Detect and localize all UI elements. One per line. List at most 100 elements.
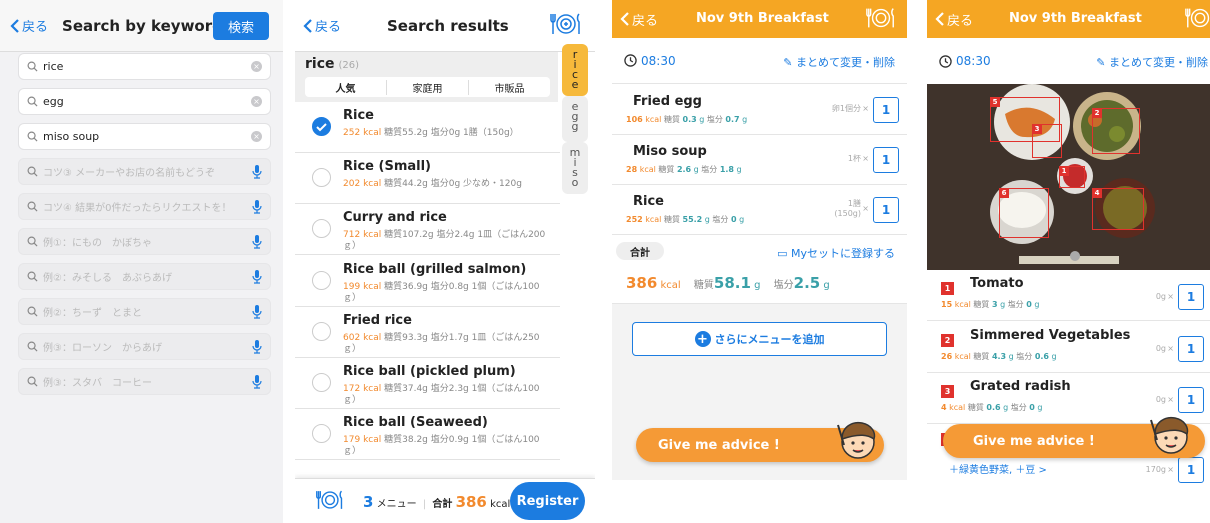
- times-icon: ×: [1167, 395, 1174, 404]
- item-name: Rice: [633, 194, 664, 209]
- detection-box[interactable]: 2: [1092, 108, 1140, 154]
- quantity-input[interactable]: 1: [1178, 335, 1204, 362]
- item-kcal: 28: [626, 165, 638, 174]
- microphone-icon[interactable]: [252, 374, 262, 389]
- meal-logo-icon: [1184, 6, 1210, 30]
- search-input[interactable]: コツ④ 結果が0件だったらリクエストを！: [18, 193, 271, 220]
- unchecked-circle-icon[interactable]: [312, 373, 331, 392]
- microphone-icon[interactable]: [252, 304, 262, 319]
- search-input[interactable]: 例②：みそしる あぶらあげ: [18, 263, 271, 290]
- category-tab[interactable]: 家庭用: [387, 79, 469, 95]
- keyword-side-tab[interactable]: r i c e: [562, 44, 588, 96]
- add-vegetables-link[interactable]: ＋緑黄色野菜, ＋豆 >: [949, 461, 1047, 476]
- result-item[interactable]: Rice (Small) 202 kcal 糖質44.2g 塩分0g 少なめ・12…: [295, 153, 560, 205]
- history-text: miso soup: [43, 130, 100, 143]
- result-item[interactable]: Rice 252 kcal 糖質55.2g 塩分0g 1膳（150g）: [295, 102, 560, 153]
- microphone-icon[interactable]: [252, 199, 262, 214]
- quantity-input[interactable]: 1: [873, 97, 899, 123]
- search-input[interactable]: コツ③ メーカーやお店の名前もどうぞ: [18, 158, 271, 185]
- search-input[interactable]: 例②：ちーず とまと: [18, 298, 271, 325]
- bulk-edit-button[interactable]: ✎ まとめて変更・削除: [783, 54, 895, 70]
- register-myset-button[interactable]: ▭ Myセットに登録する: [777, 245, 895, 261]
- category-tab[interactable]: 市販品: [469, 80, 550, 95]
- unchecked-circle-icon[interactable]: [312, 168, 331, 188]
- result-item[interactable]: Rice ball (Seaweed) 179 kcal 糖質38.2g 塩分0.…: [295, 409, 560, 461]
- keyword-side-tab[interactable]: e g g: [562, 96, 588, 142]
- microphone-icon[interactable]: [252, 234, 262, 249]
- search-input[interactable]: 例③：スタバ コーヒー: [18, 368, 271, 395]
- item-name: Rice (Small): [343, 159, 431, 175]
- meal-time[interactable]: 08:30: [956, 54, 991, 68]
- total-values: 386 kcal 糖質58.1 g 塩分2.5 g: [626, 274, 830, 292]
- detection-box[interactable]: 1: [1059, 166, 1085, 188]
- add-menu-button[interactable]: + さらにメニューを追加: [632, 322, 887, 356]
- detection-box[interactable]: 4: [1092, 188, 1144, 230]
- kcal-unit: kcal: [363, 179, 382, 190]
- unchecked-circle-icon[interactable]: [312, 424, 331, 444]
- keyword-side-tab[interactable]: m i s o: [562, 142, 588, 194]
- search-icon: [27, 271, 38, 282]
- clear-icon[interactable]: ×: [251, 131, 262, 142]
- result-item[interactable]: Curry and rice 712 kcal 糖質107.2g 塩分2.4g 1…: [295, 204, 560, 256]
- search-input[interactable]: 例①：にもの かぼちゃ: [18, 228, 271, 255]
- back-button[interactable]: 戻る: [303, 16, 341, 35]
- history-search-row[interactable]: egg ×: [18, 88, 271, 115]
- history-search-row[interactable]: rice ×: [18, 53, 271, 80]
- kcal-unit: kcal: [363, 230, 382, 241]
- result-item[interactable]: Rice ball (pickled plum) 172 kcal 糖質37.4g…: [295, 358, 560, 409]
- item-kcal: 26: [941, 351, 953, 361]
- back-button[interactable]: 戻る: [10, 16, 48, 35]
- clear-icon[interactable]: ×: [251, 61, 262, 72]
- quantity-input[interactable]: 1: [1178, 456, 1204, 483]
- register-button[interactable]: Register: [510, 482, 585, 520]
- item-nutrition: 26 kcal 糖質 4.3 g 塩分 0.6 g: [941, 351, 1057, 362]
- search-button[interactable]: 検索: [213, 12, 269, 40]
- meal-item[interactable]: Miso soup 28 kcal 糖質 2.6 g 塩分 1.8 g 1杯 × 1: [612, 135, 907, 185]
- microphone-icon[interactable]: [252, 269, 262, 284]
- menu-count-value: 3: [363, 493, 374, 511]
- meal-header: 戻る Nov 9th Breakfast: [612, 0, 907, 38]
- quantity-input[interactable]: 1: [873, 147, 899, 173]
- edit-icon: ✎: [1096, 56, 1106, 69]
- search-placeholder: コツ④ 結果が0件だったらリクエストを！: [43, 203, 232, 214]
- item-detail: 糖質44.2g 塩分0g 少なめ・120g: [384, 179, 522, 190]
- portion-label: 1膳 (150g): [834, 199, 861, 218]
- quantity-input[interactable]: 1: [1178, 284, 1204, 310]
- search-placeholder: コツ③ メーカーやお店の名前もどうぞ: [43, 168, 215, 179]
- unchecked-circle-icon[interactable]: [312, 219, 331, 239]
- item-kcal: 179: [343, 435, 361, 446]
- item-info: 712 kcal 糖質107.2g 塩分2.4g 1皿（ごはん200ｇ）: [343, 230, 553, 252]
- item-carb-unit: g: [699, 115, 705, 124]
- category-tab[interactable]: 人気: [305, 79, 387, 95]
- total-kcal: 386: [626, 274, 658, 292]
- result-item[interactable]: Rice ball (grilled salmon) 199 kcal 糖質36.…: [295, 256, 560, 307]
- item-salt-unit: g: [739, 215, 745, 224]
- back-button[interactable]: 戻る: [620, 10, 658, 29]
- plus-circle-icon: +: [694, 331, 711, 347]
- item-name: Grated radish: [970, 379, 1071, 394]
- unchecked-circle-icon[interactable]: [312, 321, 331, 341]
- result-item[interactable]: Fried rice 602 kcal 糖質93.3g 塩分1.7g 1皿（ごはん…: [295, 307, 560, 358]
- detection-box[interactable]: 6: [999, 188, 1049, 238]
- meal-item[interactable]: Fried egg 106 kcal 糖質 0.3 g 塩分 0.7 g 卵1個分…: [612, 85, 907, 135]
- meal-item[interactable]: 1 Tomato 15 kcal 糖質 3 g 塩分 0 g 0g × 1: [927, 270, 1210, 321]
- unchecked-circle-icon[interactable]: [312, 270, 331, 290]
- search-placeholder: 例③：ローソン からあげ: [43, 343, 162, 354]
- item-carb: 3: [991, 300, 998, 309]
- item-salt: 1.8: [719, 165, 734, 174]
- advice-label: Give me advice !: [658, 437, 780, 453]
- search-input[interactable]: 例③：ローソン からあげ: [18, 333, 271, 360]
- item-info: 172 kcal 糖質37.4g 塩分2.3g 1個（ごはん100ｇ）: [343, 384, 553, 406]
- bulk-edit-button[interactable]: ✎ まとめて変更・削除: [1096, 54, 1208, 70]
- meal-time[interactable]: 08:30: [641, 54, 676, 68]
- meal-item[interactable]: Rice 252 kcal 糖質 55.2 g 塩分 0 g 1膳 (150g) ×…: [612, 185, 907, 235]
- clear-icon[interactable]: ×: [251, 96, 262, 107]
- microphone-icon[interactable]: [252, 164, 262, 179]
- checked-circle-icon[interactable]: [312, 117, 331, 136]
- detection-box[interactable]: 3: [1032, 124, 1062, 158]
- meal-item[interactable]: 2 Simmered Vegetables 26 kcal 糖質 4.3 g 塩分 …: [927, 322, 1210, 373]
- back-button[interactable]: 戻る: [935, 10, 973, 29]
- quantity-input[interactable]: 1: [873, 197, 899, 223]
- microphone-icon[interactable]: [252, 339, 262, 354]
- history-search-row[interactable]: miso soup ×: [18, 123, 271, 150]
